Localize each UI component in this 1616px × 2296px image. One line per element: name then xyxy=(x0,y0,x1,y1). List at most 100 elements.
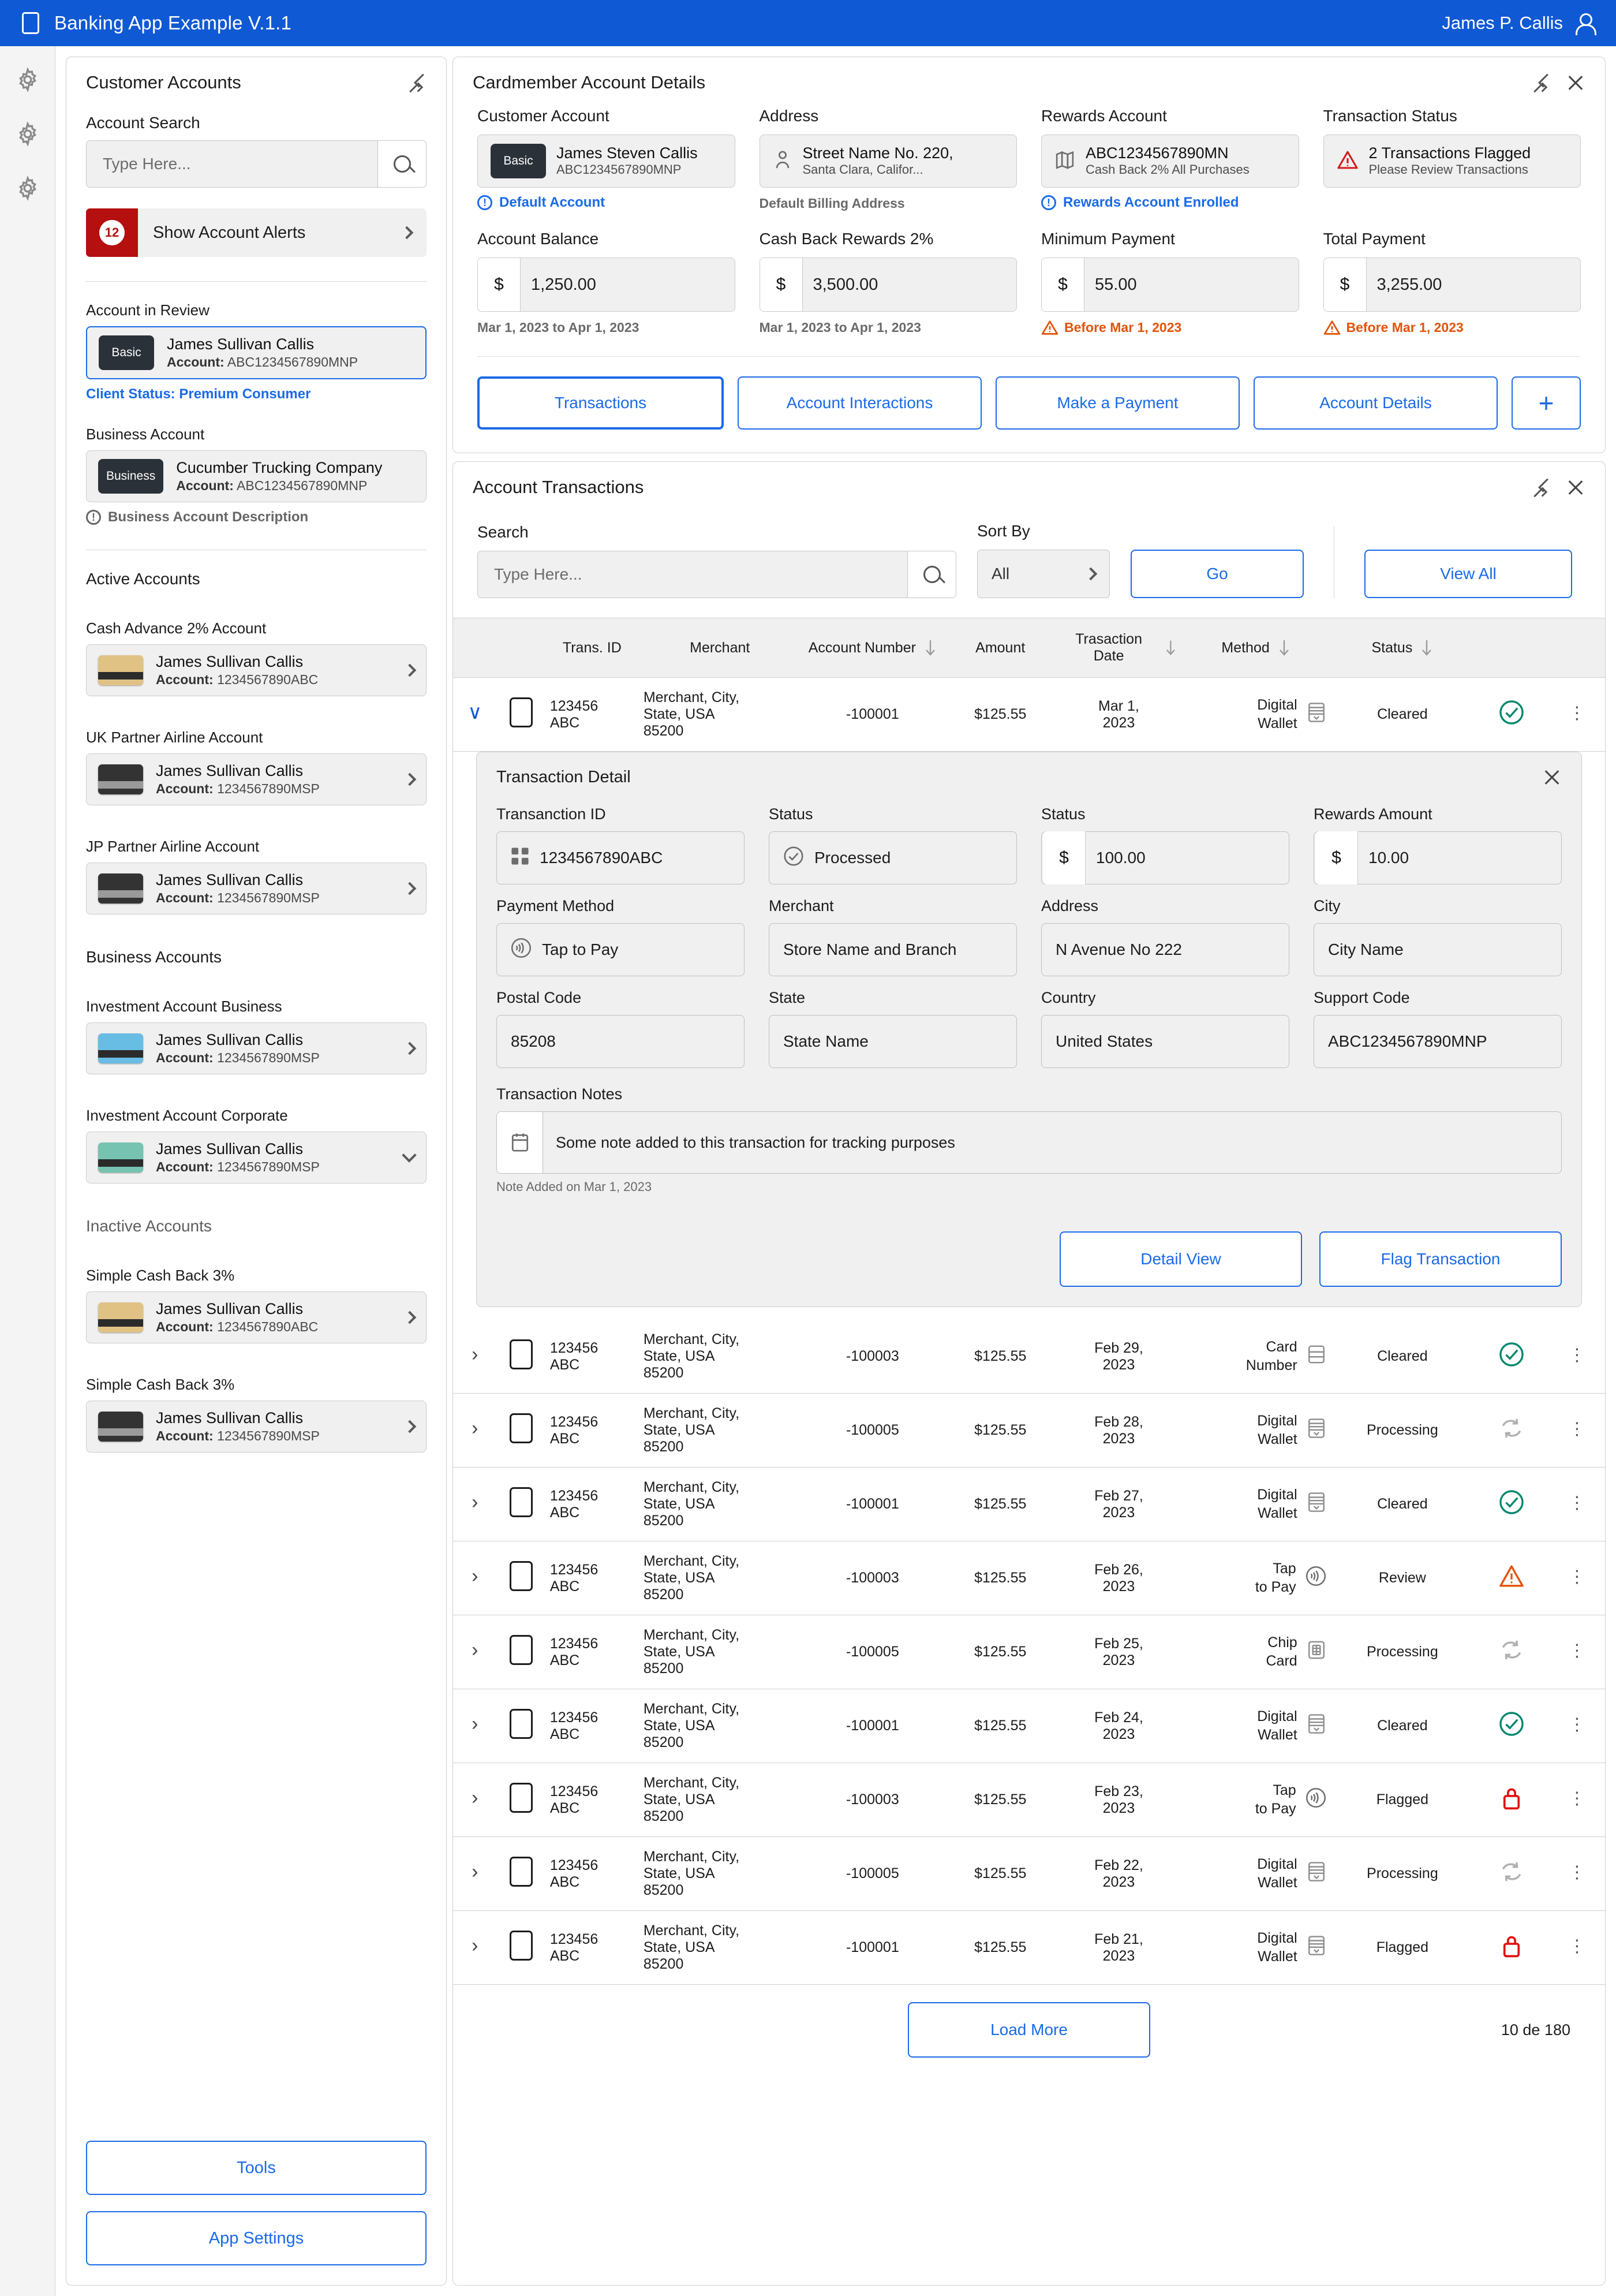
field-value-box[interactable]: 85208 xyxy=(496,1015,745,1068)
field-value-box[interactable]: United States xyxy=(1041,1015,1289,1068)
action-account-interactions[interactable]: Account Interactions xyxy=(738,376,982,430)
active-account-card[interactable]: James Sullivan Callis Account: 123456789… xyxy=(86,644,427,696)
col-status[interactable]: Status xyxy=(1330,618,1475,678)
inactive-account-card[interactable]: James Sullivan Callis Account: 123456789… xyxy=(86,1401,427,1453)
business-account-card[interactable]: Business Cucumber Trucking Company Accou… xyxy=(86,450,427,502)
row-menu-icon[interactable]: ⋮ xyxy=(1568,704,1585,723)
row-checkbox[interactable] xyxy=(509,1413,533,1443)
col-method[interactable]: Method xyxy=(1181,618,1331,678)
table-row[interactable]: › 123456 ABC Merchant, City, State, USA 852… xyxy=(453,1763,1605,1837)
table-row[interactable]: › 123456 ABC Merchant, City, State, USA 852… xyxy=(453,1320,1605,1394)
table-row[interactable]: › 123456 ABC Merchant, City, State, USA 852… xyxy=(453,1393,1605,1468)
collapse-icon[interactable] xyxy=(1531,73,1551,93)
expand-row-icon[interactable]: › xyxy=(472,1639,478,1661)
collapse-icon[interactable] xyxy=(407,73,427,93)
row-menu-icon[interactable]: ⋮ xyxy=(1568,1346,1585,1365)
tx-search-button[interactable] xyxy=(907,551,956,598)
rail-gear-2[interactable] xyxy=(10,117,45,151)
field-value-box[interactable]: N Avenue No 222 xyxy=(1041,923,1289,976)
collapse-row-icon[interactable]: ∨ xyxy=(467,701,482,723)
add-button[interactable]: + xyxy=(1512,376,1581,430)
row-menu-icon[interactable]: ⋮ xyxy=(1568,1789,1585,1808)
expand-row-icon[interactable]: › xyxy=(472,1417,478,1439)
expand-row-icon[interactable]: › xyxy=(472,1861,478,1883)
field-value-box[interactable]: $ 100.00 xyxy=(1041,831,1289,884)
app-settings-button[interactable]: App Settings xyxy=(86,2211,427,2265)
active-account-card[interactable]: James Sullivan Callis Account: 123456789… xyxy=(86,753,427,805)
tools-button[interactable]: Tools xyxy=(86,2141,427,2195)
expand-row-icon[interactable]: › xyxy=(472,1491,478,1513)
load-more-button[interactable]: Load More xyxy=(908,2002,1150,2058)
expand-row-icon[interactable]: › xyxy=(472,1713,478,1735)
expand-row-icon[interactable]: › xyxy=(472,1935,478,1957)
row-menu-icon[interactable]: ⋮ xyxy=(1568,1494,1585,1513)
row-checkbox[interactable] xyxy=(509,1709,533,1739)
close-icon[interactable] xyxy=(1542,767,1562,787)
col-account-number[interactable]: Account Number xyxy=(800,618,945,678)
expand-row-icon[interactable]: › xyxy=(472,1565,478,1587)
field-value-box[interactable]: ABC1234567890MNP xyxy=(1314,1015,1562,1068)
business-account-card[interactable]: James Sullivan Callis Account: 123456789… xyxy=(86,1132,427,1184)
action-make-a-payment[interactable]: Make a Payment xyxy=(996,376,1240,430)
amount-input[interactable]: $ 1,250.00 xyxy=(477,257,735,312)
row-checkbox[interactable] xyxy=(509,1487,533,1517)
row-menu-icon[interactable]: ⋮ xyxy=(1568,1715,1585,1734)
row-checkbox[interactable] xyxy=(509,1635,533,1665)
active-account-card[interactable]: James Sullivan Callis Account: 123456789… xyxy=(86,863,427,914)
rail-gear-1[interactable] xyxy=(10,62,45,97)
field-value-box[interactable]: 2 Transactions Flagged Please Review Tra… xyxy=(1323,135,1581,188)
field-value-box[interactable]: Tap to Pay xyxy=(496,923,745,976)
row-checkbox[interactable] xyxy=(509,1857,533,1887)
row-menu-icon[interactable]: ⋮ xyxy=(1568,1567,1585,1586)
row-menu-icon[interactable]: ⋮ xyxy=(1568,1937,1585,1956)
inactive-account-card[interactable]: James Sullivan Callis Account: 123456789… xyxy=(86,1291,427,1343)
account-search-input[interactable] xyxy=(87,141,377,187)
action-account-details[interactable]: Account Details xyxy=(1254,376,1498,430)
table-row[interactable]: › 123456 ABC Merchant, City, State, USA 852… xyxy=(453,1615,1605,1689)
table-row[interactable]: › 123456 ABC Merchant, City, State, USA 852… xyxy=(453,1910,1605,1985)
amount-input[interactable]: $ 55.00 xyxy=(1041,257,1299,312)
flag-transaction-button[interactable]: Flag Transaction xyxy=(1319,1231,1562,1287)
business-account-card[interactable]: James Sullivan Callis Account: 123456789… xyxy=(86,1022,427,1074)
field-value-box[interactable]: Street Name No. 220, Santa Clara, Califo… xyxy=(759,135,1017,188)
show-account-alerts-button[interactable]: 12 Show Account Alerts xyxy=(86,208,427,257)
table-row[interactable]: › 123456 ABC Merchant, City, State, USA 852… xyxy=(453,1836,1605,1911)
detail-view-button[interactable]: Detail View xyxy=(1060,1231,1302,1287)
amount-input[interactable]: $ 3,500.00 xyxy=(759,257,1017,312)
field-value-box[interactable]: Store Name and Branch xyxy=(769,923,1017,976)
table-row[interactable]: ∨ 123456 ABC Merchant, City, State, USA 852… xyxy=(453,677,1605,752)
action-transactions[interactable]: Transactions xyxy=(477,376,724,430)
rail-gear-3[interactable] xyxy=(10,171,45,206)
view-all-button[interactable]: View All xyxy=(1364,550,1572,598)
go-button[interactable]: Go xyxy=(1131,550,1304,598)
row-checkbox[interactable] xyxy=(509,697,533,727)
row-checkbox[interactable] xyxy=(509,1339,533,1369)
row-checkbox[interactable] xyxy=(509,1561,533,1591)
row-menu-icon[interactable]: ⋮ xyxy=(1568,1420,1585,1439)
field-value-box[interactable]: City Name xyxy=(1314,923,1562,976)
amount-input[interactable]: $ 3,255.00 xyxy=(1323,257,1581,312)
field-value-box[interactable]: State Name xyxy=(769,1015,1017,1068)
row-menu-icon[interactable]: ⋮ xyxy=(1568,1641,1585,1660)
row-checkbox[interactable] xyxy=(509,1783,533,1813)
sort-by-select[interactable]: All xyxy=(977,550,1110,598)
field-value-box[interactable]: 1234567890ABC xyxy=(496,831,745,884)
collapse-icon[interactable] xyxy=(1531,477,1551,498)
col-transaction-date[interactable]: Trasaction Date xyxy=(1056,618,1181,678)
transaction-notes-field[interactable]: Some note added to this transaction for … xyxy=(496,1111,1562,1174)
field-value-box[interactable]: Basic James Steven Callis ABC1234567890M… xyxy=(477,135,735,188)
table-row[interactable]: › 123456 ABC Merchant, City, State, USA 852… xyxy=(453,1541,1605,1615)
expand-row-icon[interactable]: › xyxy=(472,1343,478,1365)
field-value-box[interactable]: $ 10.00 xyxy=(1314,831,1562,884)
table-row[interactable]: › 123456 ABC Merchant, City, State, USA 852… xyxy=(453,1467,1605,1541)
row-menu-icon[interactable]: ⋮ xyxy=(1568,1863,1585,1882)
table-row[interactable]: › 123456 ABC Merchant, City, State, USA 852… xyxy=(453,1689,1605,1763)
expand-row-icon[interactable]: › xyxy=(472,1787,478,1809)
close-icon[interactable] xyxy=(1566,73,1585,92)
row-checkbox[interactable] xyxy=(509,1931,533,1961)
close-icon[interactable] xyxy=(1566,477,1585,497)
account-search-button[interactable] xyxy=(377,141,426,187)
field-value-box[interactable]: ABC1234567890MN Cash Back 2% All Purchas… xyxy=(1041,135,1299,188)
account-in-review-card[interactable]: Basic James Sullivan Callis Account: ABC… xyxy=(86,326,427,379)
field-value-box[interactable]: Processed xyxy=(769,831,1017,884)
